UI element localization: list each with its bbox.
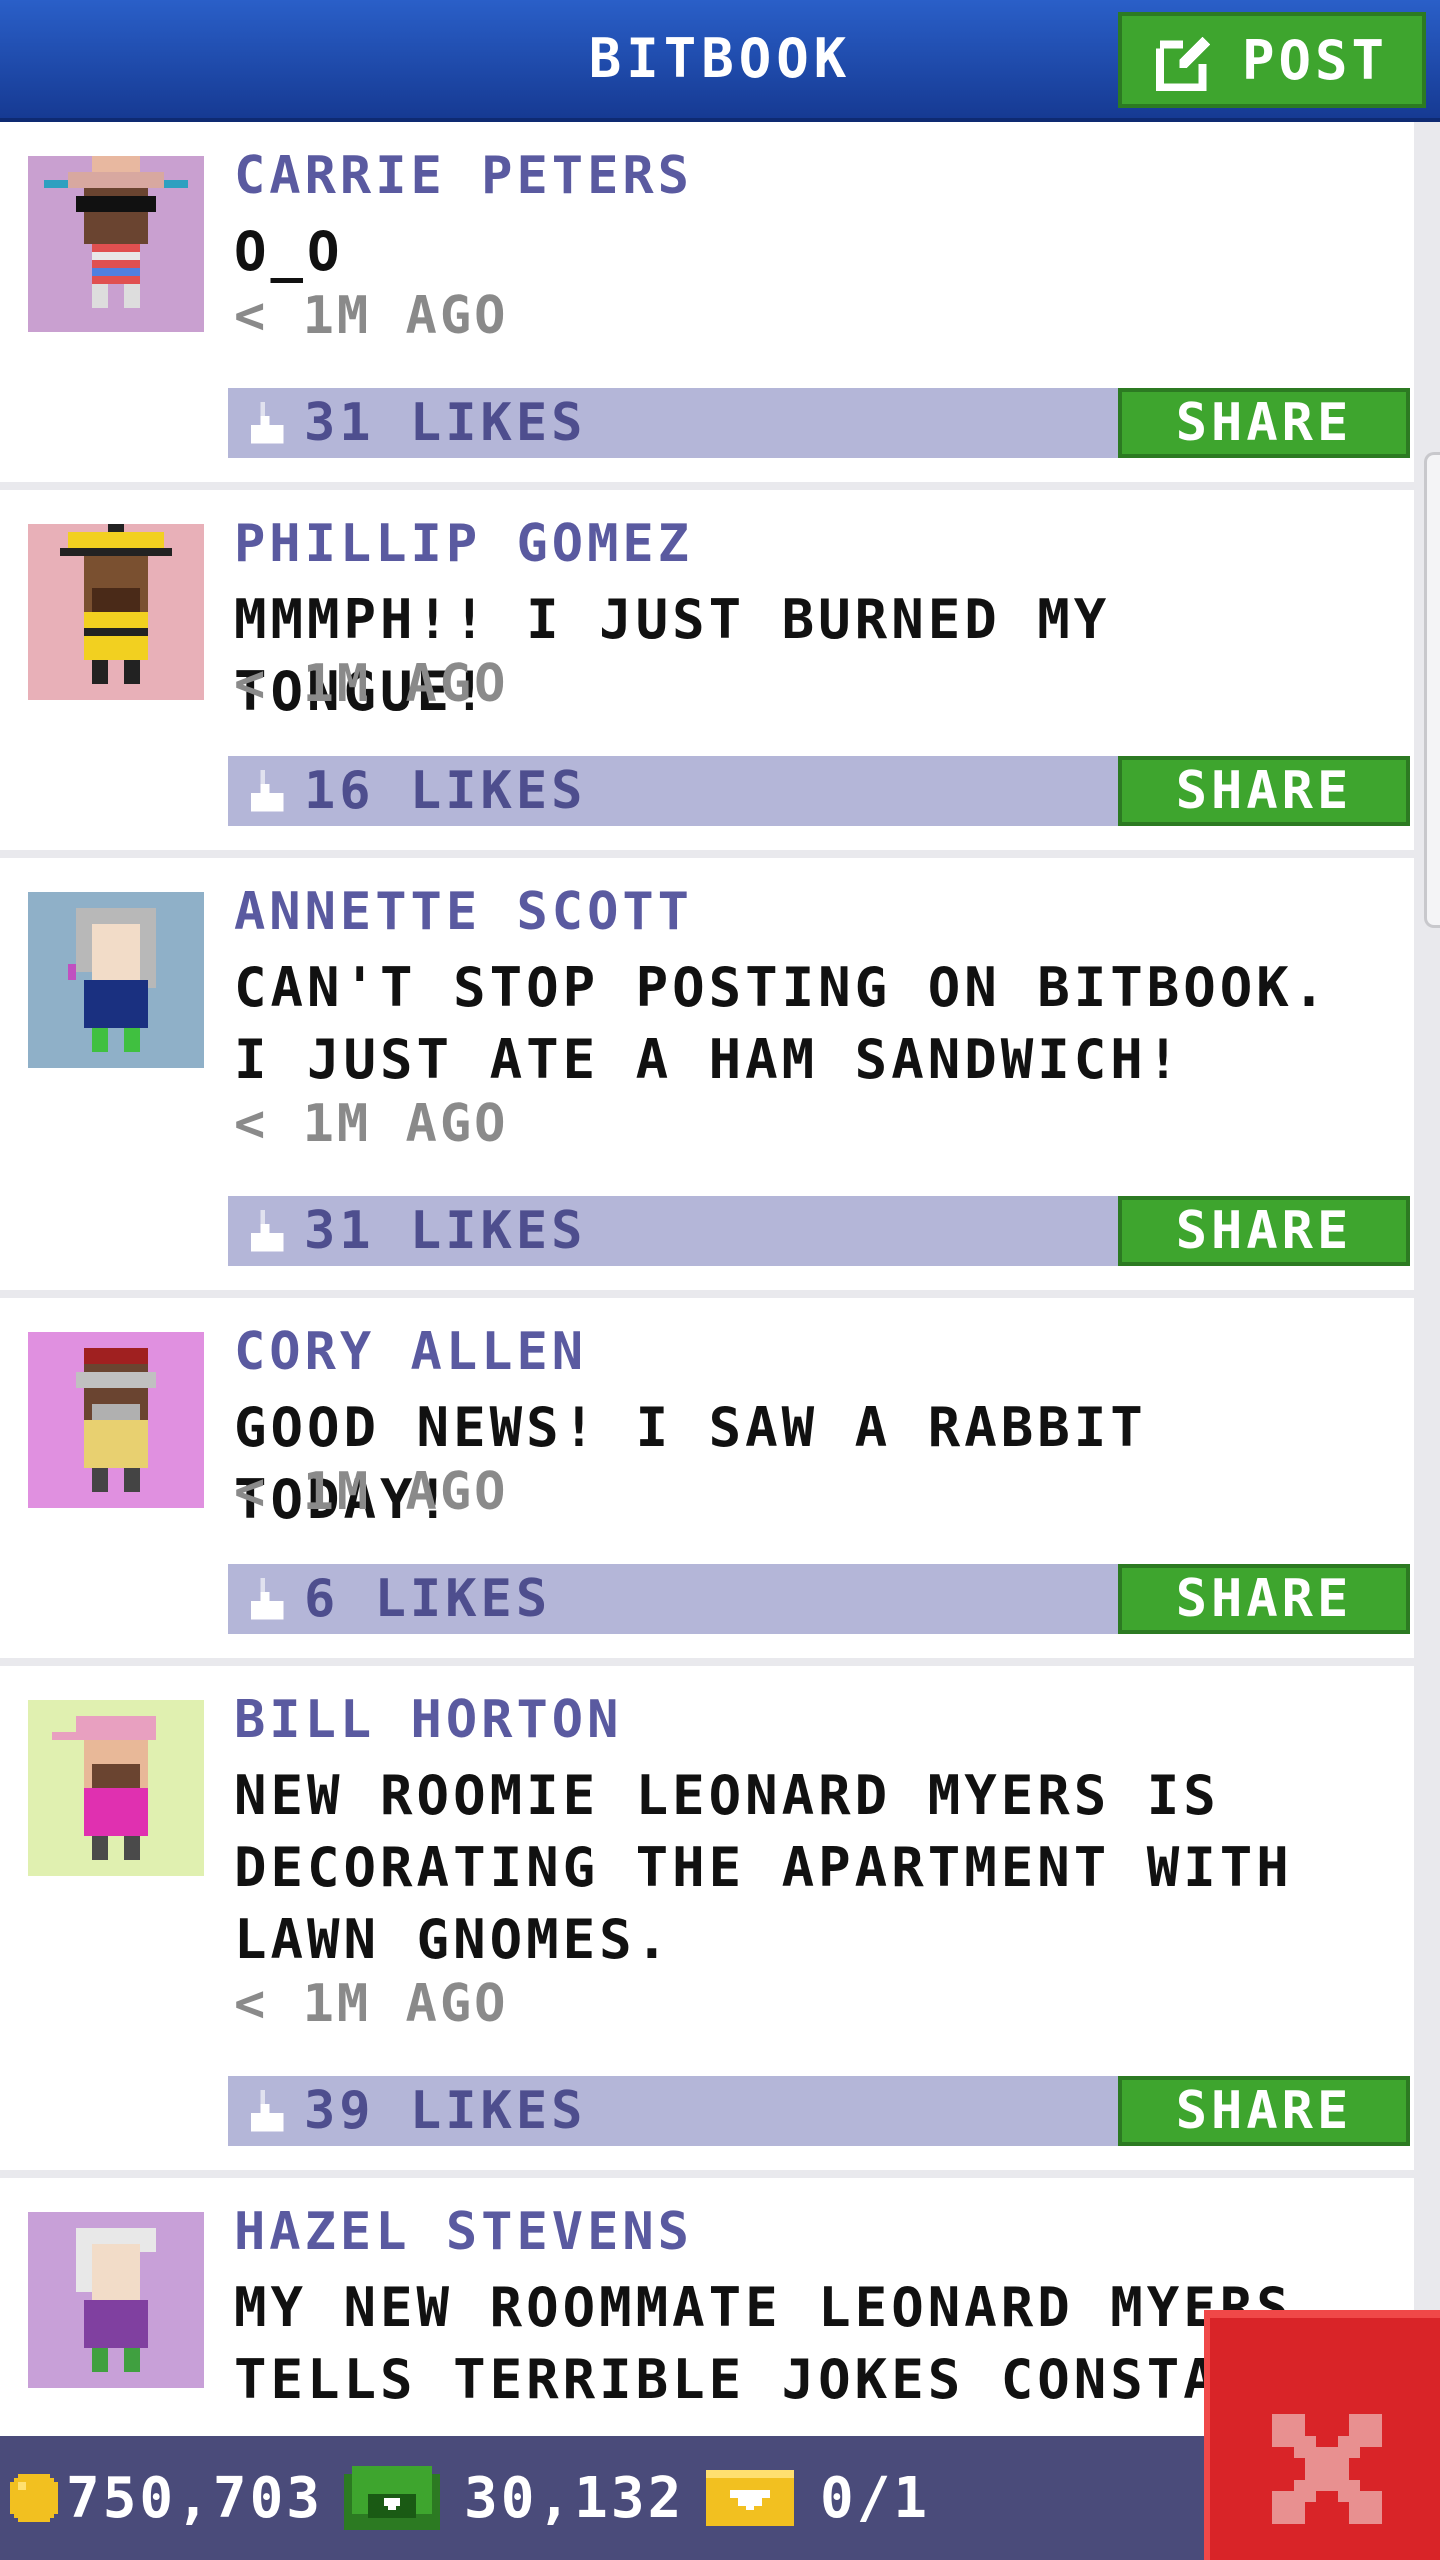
- post-message: CAN'T STOP POSTING ON BITBOOK. I JUST AT…: [234, 956, 1330, 1091]
- scrollbar[interactable]: [1424, 452, 1440, 928]
- likes-bar: 31 LIKES SHARE: [228, 388, 1410, 458]
- ticket-icon: [706, 2470, 794, 2526]
- coins-value: 750,703: [66, 2465, 324, 2531]
- post-time: < 1M AGO: [234, 1462, 509, 1522]
- post-author[interactable]: CARRIE PETERS: [234, 146, 693, 206]
- feed[interactable]: CARRIE PETERS O_O < 1M AGO 31 LIKES SHAR…: [0, 122, 1440, 2436]
- like-icon[interactable]: [242, 2090, 288, 2136]
- post-card: CORY ALLEN GOOD NEWS! I SAW A RABBIT TOD…: [0, 1298, 1414, 1658]
- post-card: PHILLIP GOMEZ MMMPH!! I JUST BURNED MY T…: [0, 490, 1414, 850]
- app-header: BITBOOK POST: [0, 0, 1440, 122]
- post-time: < 1M AGO: [234, 654, 509, 714]
- avatar[interactable]: [28, 156, 204, 332]
- tickets-value: 0/1: [820, 2465, 931, 2531]
- likes-count: 31 LIKES: [304, 1201, 587, 1261]
- likes-bar: 16 LIKES SHARE: [228, 756, 1410, 826]
- bux-stat: 30,132: [344, 2436, 684, 2560]
- coin-icon: [10, 2474, 58, 2522]
- like-icon[interactable]: [242, 402, 288, 448]
- close-icon: [1272, 2414, 1382, 2524]
- avatar[interactable]: [28, 1700, 204, 1876]
- avatar[interactable]: [28, 524, 204, 700]
- post-card: ANNETTE SCOTT CAN'T STOP POSTING ON BITB…: [0, 858, 1414, 1290]
- share-button[interactable]: SHARE: [1118, 1564, 1410, 1634]
- post-author[interactable]: CORY ALLEN: [234, 1322, 587, 1382]
- bux-value: 30,132: [464, 2465, 685, 2531]
- share-button[interactable]: SHARE: [1118, 388, 1410, 458]
- avatar[interactable]: [28, 1332, 204, 1508]
- like-icon[interactable]: [242, 770, 288, 816]
- post-author[interactable]: PHILLIP GOMEZ: [234, 514, 693, 574]
- share-button[interactable]: SHARE: [1118, 2076, 1410, 2146]
- post-author[interactable]: HAZEL STEVENS: [234, 2202, 693, 2262]
- avatar[interactable]: [28, 892, 204, 1068]
- likes-count: 39 LIKES: [304, 2081, 587, 2141]
- post-time: < 1M AGO: [234, 1974, 509, 2034]
- post-button-label: POST: [1241, 28, 1389, 92]
- tickets-stat: 0/1: [706, 2436, 930, 2560]
- close-button[interactable]: [1204, 2310, 1440, 2560]
- post-author[interactable]: ANNETTE SCOTT: [234, 882, 693, 942]
- like-icon[interactable]: [242, 1210, 288, 1256]
- post-button[interactable]: POST: [1118, 12, 1426, 108]
- compose-icon: [1155, 32, 1215, 91]
- likes-count: 31 LIKES: [304, 393, 587, 453]
- post-message: O_O: [234, 220, 344, 283]
- post-time: < 1M AGO: [234, 286, 509, 346]
- likes-count: 16 LIKES: [304, 761, 587, 821]
- like-icon[interactable]: [242, 1578, 288, 1624]
- share-button[interactable]: SHARE: [1118, 756, 1410, 826]
- likes-bar: 39 LIKES SHARE: [228, 2076, 1410, 2146]
- avatar[interactable]: [28, 2212, 204, 2388]
- likes-count: 6 LIKES: [304, 1569, 552, 1629]
- bux-icon: [344, 2466, 440, 2530]
- likes-bar: 31 LIKES SHARE: [228, 1196, 1410, 1266]
- likes-bar: 6 LIKES SHARE: [228, 1564, 1410, 1634]
- post-card: CARRIE PETERS O_O < 1M AGO 31 LIKES SHAR…: [0, 122, 1414, 482]
- coins-stat: 750,703: [6, 2436, 323, 2560]
- post-time: < 1M AGO: [234, 1094, 509, 1154]
- post-card: BILL HORTON NEW ROOMIE LEONARD MYERS IS …: [0, 1666, 1414, 2170]
- post-card: HAZEL STEVENS MY NEW ROOMMATE LEONARD MY…: [0, 2178, 1414, 2436]
- share-button[interactable]: SHARE: [1118, 1196, 1410, 1266]
- post-message: NEW ROOMIE LEONARD MYERS IS DECORATING T…: [234, 1764, 1293, 1971]
- post-author[interactable]: BILL HORTON: [234, 1690, 622, 1750]
